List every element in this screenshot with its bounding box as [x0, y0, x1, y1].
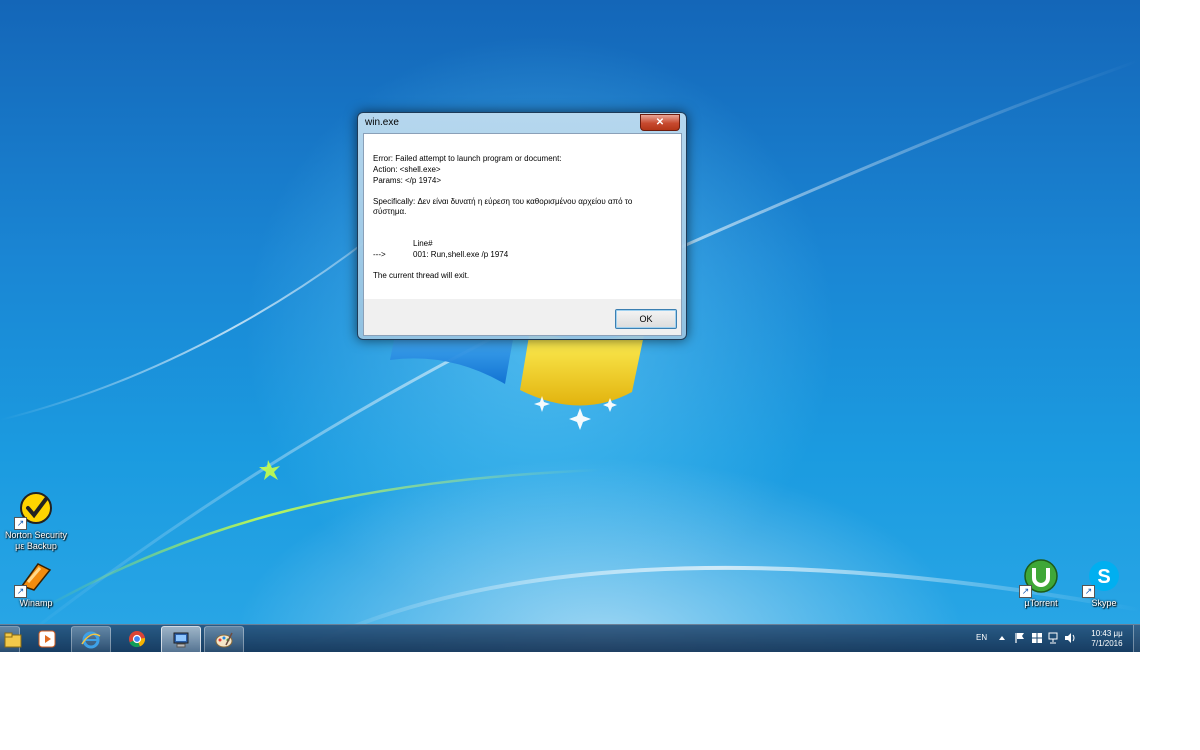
- taskbar: EN 10:43 μμ 7/1/2016: [0, 624, 1140, 652]
- clock-time: 10:43 μμ: [1091, 629, 1123, 638]
- shortcut-arrow-icon: ↗: [14, 517, 27, 530]
- close-button[interactable]: ✕: [640, 114, 680, 131]
- shortcut-arrow-icon: ↗: [14, 585, 27, 598]
- norton-icon: ↗: [14, 488, 56, 530]
- show-hidden-icons-icon[interactable]: [996, 632, 1008, 644]
- internet-explorer-icon: [81, 631, 101, 649]
- taskbar-media-player[interactable]: [28, 626, 66, 652]
- action-line: Action: <shell.exe>: [373, 165, 441, 174]
- taskbar-explorer[interactable]: [0, 626, 22, 652]
- desktop-icon-winamp[interactable]: ↗ Winamp: [0, 556, 72, 609]
- desktop-icon-utorrent[interactable]: ↗ µTorrent: [1005, 556, 1077, 609]
- windows-update-icon[interactable]: [1031, 632, 1043, 644]
- desktop-icon-label: Winamp: [19, 598, 53, 608]
- line-arrow: --->: [373, 250, 386, 259]
- shortcut-arrow-icon: ↗: [1082, 585, 1095, 598]
- close-icon: ✕: [655, 117, 665, 128]
- media-player-icon: [38, 630, 56, 648]
- show-desktop-button[interactable]: [1133, 625, 1140, 652]
- language-indicator[interactable]: EN: [976, 633, 987, 652]
- specifically-line-cont: σύστημα.: [373, 207, 407, 216]
- desktop-icon-skype[interactable]: S ↗ Skype: [1068, 556, 1140, 609]
- taskbar-internet-explorer[interactable]: [71, 626, 111, 652]
- svg-text:S: S: [1097, 566, 1110, 588]
- taskbar-paint[interactable]: [204, 626, 244, 652]
- taskbar-win-exe[interactable]: [161, 626, 201, 652]
- error-dialog: win.exe ✕ Error: Failed attempt to launc…: [357, 112, 687, 340]
- desktop-icon-label: Skype: [1091, 598, 1117, 608]
- desktop[interactable]: ↗ Norton Security με Backup ↗ Winamp ↗ µ…: [0, 0, 1140, 652]
- taskbar-chrome[interactable]: [118, 626, 156, 652]
- thread-exit-line: The current thread will exit.: [373, 271, 470, 280]
- dialog-title: win.exe: [365, 117, 399, 128]
- winamp-icon: ↗: [14, 556, 56, 598]
- paint-icon: [215, 632, 233, 648]
- error-line: Error: Failed attempt to launch program …: [373, 154, 562, 163]
- desktop-icon-label: με Backup: [15, 541, 57, 551]
- ok-button[interactable]: OK: [615, 309, 677, 329]
- dialog-client-area: Error: Failed attempt to launch program …: [363, 133, 682, 336]
- explorer-icon: [4, 632, 22, 648]
- params-line: Params: </p 1974>: [373, 176, 442, 185]
- chrome-icon: [129, 631, 146, 648]
- skype-icon: S ↗: [1082, 556, 1124, 598]
- specifically-line: Specifically: Δεν είναι δυνατή η εύρεση …: [373, 197, 633, 206]
- action-center-flag-icon[interactable]: [1014, 632, 1026, 644]
- utorrent-icon: ↗: [1019, 556, 1061, 598]
- network-icon[interactable]: [1047, 632, 1059, 644]
- desktop-icon-label: µTorrent: [1024, 598, 1058, 608]
- dialog-message: Error: Failed attempt to launch program …: [364, 134, 681, 299]
- volume-icon[interactable]: [1064, 632, 1076, 644]
- shortcut-arrow-icon: ↗: [1019, 585, 1032, 598]
- desktop-icon-norton[interactable]: ↗ Norton Security με Backup: [0, 488, 72, 552]
- win-exe-icon: [173, 632, 189, 648]
- clock-date: 7/1/2016: [1091, 639, 1123, 648]
- desktop-icon-label: Norton Security: [4, 530, 68, 540]
- line-number-header: Line#: [413, 239, 433, 248]
- line-code: 001: Run,shell.exe /p 1974: [413, 250, 509, 259]
- clock[interactable]: 10:43 μμ 7/1/2016: [1082, 629, 1132, 649]
